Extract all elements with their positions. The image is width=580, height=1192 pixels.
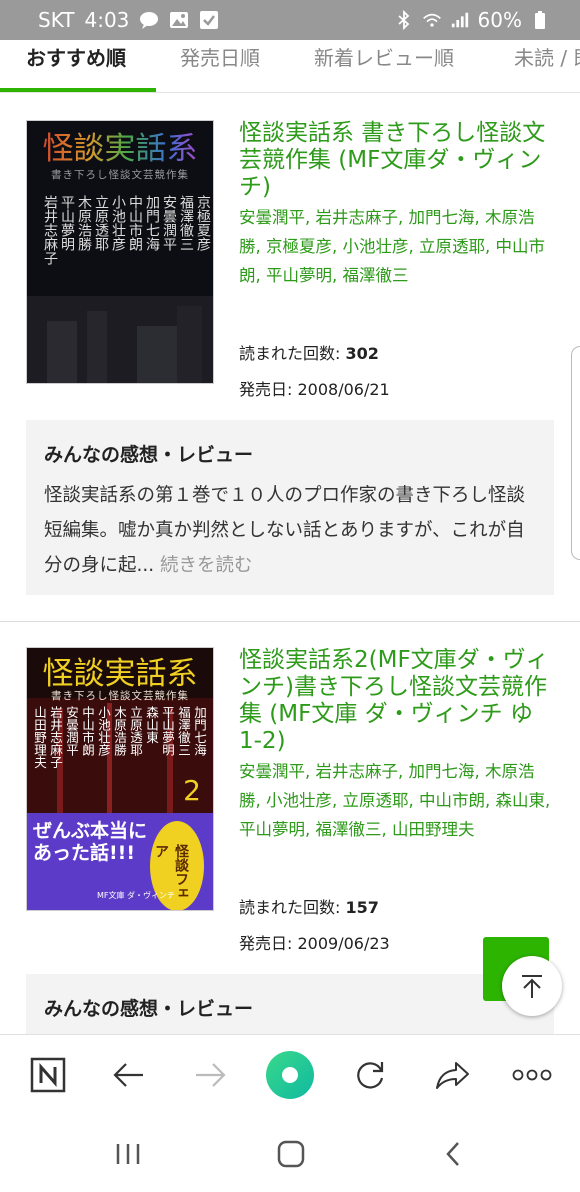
share-icon [436, 1062, 469, 1089]
svg-text:怪談実話系: 怪談実話系 [43, 131, 198, 167]
book-cover[interactable]: 怪談実話系 2 書き下ろし怪談文芸競作集 加門七海 福澤徹三 平山夢明 森山東 … [26, 647, 214, 911]
cover-authors: 京極夏彦 福澤徹三 安曇潤平 加門七海 中山市朗 小池壮彦 立原透耶 木原浩勝 … [42, 195, 211, 265]
home-icon [277, 1140, 305, 1168]
bluetooth-icon [394, 10, 414, 30]
sort-tabs: おすすめ順 発売日順 新着レビュー順 未読 / 既 [0, 40, 580, 93]
system-nav-bar [0, 1116, 580, 1192]
green-dot-icon [266, 1051, 314, 1099]
cover-authors: 加門七海 福澤徹三 平山夢明 森山東 立原透耶 木原浩勝 小池壮彦 中山市朗 安… [32, 706, 207, 769]
review-box[interactable]: みんなの感想・レビュー [26, 974, 554, 1034]
clock: 4:03 [84, 8, 130, 32]
green-dot-button[interactable] [265, 1050, 315, 1100]
read-count: 読まれた回数: 157 [239, 898, 379, 917]
arrow-up-icon [522, 975, 542, 998]
browser-toolbar [0, 1034, 580, 1117]
release-date: 発売日: 2008/06/21 [239, 380, 390, 399]
battery-icon [530, 10, 550, 30]
more-dots-icon [512, 1069, 552, 1081]
refresh-icon [357, 1062, 384, 1089]
checkbox-notification-icon [199, 10, 219, 30]
tab-recommended[interactable]: おすすめ順 [26, 42, 126, 71]
scroll-handle[interactable] [571, 346, 580, 560]
active-tab-indicator [0, 88, 156, 92]
read-more-link[interactable]: 続きを読む [160, 555, 253, 576]
share-button[interactable] [430, 1053, 474, 1097]
refresh-button[interactable] [348, 1053, 392, 1097]
chat-notification-icon [139, 10, 159, 30]
more-button[interactable] [510, 1053, 554, 1097]
book-authors[interactable]: 安曇潤平, 岩井志麻子, 加門七海, 木原浩勝, 小池壮彦, 立原透耶, 中山市… [239, 757, 554, 844]
battery-percent: 60% [477, 8, 522, 32]
book-cover[interactable]: 怪談実話系 書き下ろし怪談文芸競作集 京極夏彦 福澤徹三 安曇潤平 加門七海 中… [26, 120, 214, 384]
signal-icon [450, 10, 470, 30]
arrow-left-icon [113, 1063, 143, 1087]
review-heading: みんなの感想・レビュー [44, 444, 254, 466]
tab-release-date[interactable]: 発売日順 [180, 42, 260, 71]
recent-apps-icon [116, 1144, 140, 1164]
gallery-notification-icon [169, 10, 189, 30]
naver-home-button[interactable] [26, 1053, 70, 1097]
cover-subtitle: 書き下ろし怪談文芸競作集 [51, 169, 189, 181]
release-date: 発売日: 2009/06/23 [239, 934, 390, 953]
cover-subtitle: 書き下ろし怪談文芸競作集 [51, 690, 189, 702]
carrier-label: SKT [38, 8, 75, 32]
forward-button[interactable] [188, 1053, 232, 1097]
divider [0, 621, 580, 622]
status-bar: SKT 4:03 60% [0, 0, 580, 40]
book-title-link[interactable]: 怪談実話系2(MF文庫ダ・ヴィンチ)書き下ろし怪談文芸競作集 (MF文庫 ダ・ヴ… [239, 647, 554, 755]
book-authors[interactable]: 安曇潤平, 岩井志麻子, 加門七海, 木原浩勝, 京極夏彦, 小池壮彦, 立原透… [239, 203, 554, 290]
home-button[interactable] [271, 1136, 311, 1172]
cover-publisher: MF文庫 ダ・ヴィンチ [97, 891, 176, 900]
naver-n-icon [30, 1057, 66, 1093]
book-title-link[interactable]: 怪談実話系 書き下ろし怪談文芸競作集 (MF文庫ダ・ヴィンチ) [239, 120, 554, 201]
wifi-icon [422, 10, 442, 30]
cover-band-text: ぜんぶ本当にあった話!!! [33, 820, 148, 864]
read-count: 読まれた回数: 302 [239, 344, 379, 363]
recent-apps-button[interactable] [108, 1136, 148, 1172]
chevron-left-icon [446, 1142, 459, 1166]
arrow-right-icon [196, 1063, 226, 1087]
scroll-to-top-button[interactable] [502, 956, 562, 1016]
back-button[interactable] [107, 1053, 151, 1097]
system-back-button[interactable] [433, 1136, 473, 1172]
tab-new-reviews[interactable]: 新着レビュー順 [314, 42, 454, 71]
review-text: 怪談実話系の第１巻で１０人のプロ作家の書き下ろし怪談短編集。嘘か真か判然としない… [44, 485, 526, 576]
review-heading: みんなの感想・レビュー [44, 998, 254, 1020]
tab-unread[interactable]: 未読 / 既 [514, 42, 580, 71]
review-box[interactable]: みんなの感想・レビュー 怪談実話系の第１巻で１０人のプロ作家の書き下ろし怪談短編… [26, 420, 554, 595]
svg-text:怪談実話系: 怪談実話系 [43, 656, 198, 692]
